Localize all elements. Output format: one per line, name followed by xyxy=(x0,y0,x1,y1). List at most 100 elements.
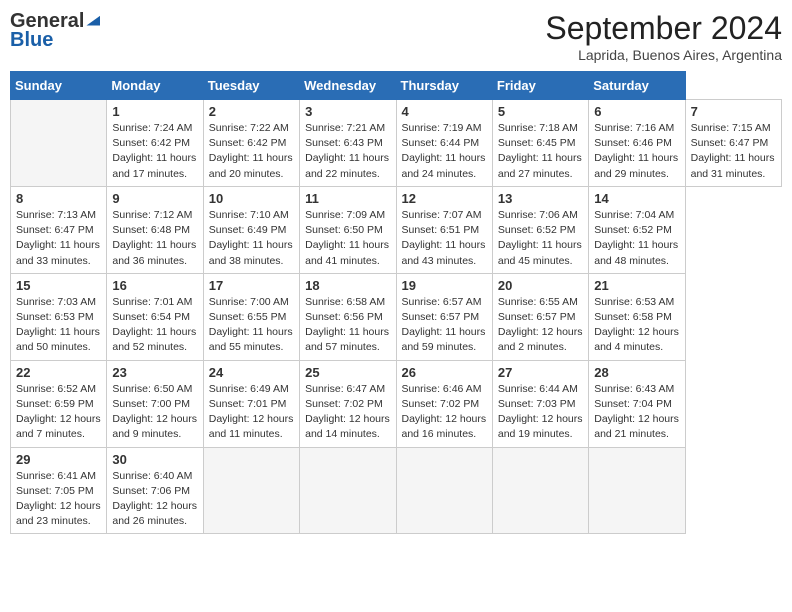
calendar-cell xyxy=(300,447,396,534)
calendar-cell: 27 Sunrise: 6:44 AMSunset: 7:03 PMDayligh… xyxy=(492,360,588,447)
day-info: Sunrise: 6:40 AMSunset: 7:06 PMDaylight:… xyxy=(112,469,197,530)
calendar-cell: 18 Sunrise: 6:58 AMSunset: 6:56 PMDayligh… xyxy=(300,273,396,360)
day-number: 22 xyxy=(16,365,101,380)
week-row: 22 Sunrise: 6:52 AMSunset: 6:59 PMDayligh… xyxy=(11,360,782,447)
calendar-cell: 4 Sunrise: 7:19 AMSunset: 6:44 PMDaylight… xyxy=(396,100,492,187)
day-number: 23 xyxy=(112,365,197,380)
calendar-cell: 19Sunrise: 6:57 AMSunset: 6:57 PMDayligh… xyxy=(396,273,492,360)
day-number: 21 xyxy=(594,278,679,293)
day-number: 30 xyxy=(112,452,197,467)
header-wednesday: Wednesday xyxy=(300,72,396,100)
calendar-cell xyxy=(203,447,299,534)
day-info: Sunrise: 7:12 AMSunset: 6:48 PMDaylight:… xyxy=(112,208,197,269)
calendar-cell: 30 Sunrise: 6:40 AMSunset: 7:06 PMDayligh… xyxy=(107,447,203,534)
calendar-cell: 20 Sunrise: 6:55 AMSunset: 6:57 PMDayligh… xyxy=(492,273,588,360)
day-info: Sunrise: 6:49 AMSunset: 7:01 PMDaylight:… xyxy=(209,382,294,443)
day-info: Sunrise: 7:01 AMSunset: 6:54 PMDaylight:… xyxy=(112,295,197,356)
day-info: Sunrise: 6:50 AMSunset: 7:00 PMDaylight:… xyxy=(112,382,197,443)
day-number: 14 xyxy=(594,191,679,206)
logo-wing-icon xyxy=(86,16,100,26)
day-info: Sunrise: 7:13 AMSunset: 6:47 PMDaylight:… xyxy=(16,208,101,269)
calendar-cell: 14Sunrise: 7:04 AMSunset: 6:52 PMDayligh… xyxy=(589,186,685,273)
day-number: 16 xyxy=(112,278,197,293)
day-number: 5 xyxy=(498,104,583,119)
day-number: 1 xyxy=(112,104,197,119)
location: Laprida, Buenos Aires, Argentina xyxy=(545,47,782,63)
day-info: Sunrise: 6:55 AMSunset: 6:57 PMDaylight:… xyxy=(498,295,583,356)
day-info: Sunrise: 7:16 AMSunset: 6:46 PMDaylight:… xyxy=(594,121,679,182)
logo-blue: Blue xyxy=(10,29,53,52)
day-number: 29 xyxy=(16,452,101,467)
day-number: 27 xyxy=(498,365,583,380)
calendar-table: SundayMondayTuesdayWednesdayThursdayFrid… xyxy=(10,71,782,534)
page-header: General Blue September 2024 Laprida, Bue… xyxy=(10,10,782,63)
calendar-cell: 3Sunrise: 7:21 AMSunset: 6:43 PMDaylight… xyxy=(300,100,396,187)
calendar-cell: 5Sunrise: 7:18 AMSunset: 6:45 PMDaylight… xyxy=(492,100,588,187)
day-info: Sunrise: 7:15 AMSunset: 6:47 PMDaylight:… xyxy=(691,121,776,182)
day-info: Sunrise: 7:00 AMSunset: 6:55 PMDaylight:… xyxy=(209,295,294,356)
day-info: Sunrise: 6:57 AMSunset: 6:57 PMDaylight:… xyxy=(402,295,487,356)
calendar-cell xyxy=(492,447,588,534)
calendar-cell: 2 Sunrise: 7:22 AMSunset: 6:42 PMDaylight… xyxy=(203,100,299,187)
day-info: Sunrise: 7:03 AMSunset: 6:53 PMDaylight:… xyxy=(16,295,101,356)
day-number: 15 xyxy=(16,278,101,293)
calendar-cell xyxy=(11,100,107,187)
day-number: 26 xyxy=(402,365,487,380)
calendar-cell xyxy=(589,447,685,534)
logo: General Blue xyxy=(10,10,100,52)
day-info: Sunrise: 6:47 AMSunset: 7:02 PMDaylight:… xyxy=(305,382,390,443)
calendar-cell: 6Sunrise: 7:16 AMSunset: 6:46 PMDaylight… xyxy=(589,100,685,187)
calendar-cell: 9 Sunrise: 7:12 AMSunset: 6:48 PMDaylight… xyxy=(107,186,203,273)
day-number: 9 xyxy=(112,191,197,206)
day-number: 3 xyxy=(305,104,390,119)
day-info: Sunrise: 6:44 AMSunset: 7:03 PMDaylight:… xyxy=(498,382,583,443)
header-saturday: Saturday xyxy=(589,72,685,100)
calendar-cell: 17 Sunrise: 7:00 AMSunset: 6:55 PMDayligh… xyxy=(203,273,299,360)
day-info: Sunrise: 7:09 AMSunset: 6:50 PMDaylight:… xyxy=(305,208,390,269)
header-friday: Friday xyxy=(492,72,588,100)
day-info: Sunrise: 6:43 AMSunset: 7:04 PMDaylight:… xyxy=(594,382,679,443)
calendar-cell: 28 Sunrise: 6:43 AMSunset: 7:04 PMDayligh… xyxy=(589,360,685,447)
day-info: Sunrise: 7:06 AMSunset: 6:52 PMDaylight:… xyxy=(498,208,583,269)
day-number: 8 xyxy=(16,191,101,206)
day-number: 2 xyxy=(209,104,294,119)
day-number: 12 xyxy=(402,191,487,206)
day-number: 17 xyxy=(209,278,294,293)
header-tuesday: Tuesday xyxy=(203,72,299,100)
calendar-cell: 29Sunrise: 6:41 AMSunset: 7:05 PMDayligh… xyxy=(11,447,107,534)
calendar-cell: 24 Sunrise: 6:49 AMSunset: 7:01 PMDayligh… xyxy=(203,360,299,447)
day-number: 24 xyxy=(209,365,294,380)
week-row: 29Sunrise: 6:41 AMSunset: 7:05 PMDayligh… xyxy=(11,447,782,534)
day-info: Sunrise: 6:58 AMSunset: 6:56 PMDaylight:… xyxy=(305,295,390,356)
week-row: 15 Sunrise: 7:03 AMSunset: 6:53 PMDayligh… xyxy=(11,273,782,360)
calendar-cell: 8 Sunrise: 7:13 AMSunset: 6:47 PMDaylight… xyxy=(11,186,107,273)
header-sunday: Sunday xyxy=(11,72,107,100)
calendar-cell: 26 Sunrise: 6:46 AMSunset: 7:02 PMDayligh… xyxy=(396,360,492,447)
calendar-cell: 22 Sunrise: 6:52 AMSunset: 6:59 PMDayligh… xyxy=(11,360,107,447)
header-monday: Monday xyxy=(107,72,203,100)
day-info: Sunrise: 6:46 AMSunset: 7:02 PMDaylight:… xyxy=(402,382,487,443)
day-info: Sunrise: 7:22 AMSunset: 6:42 PMDaylight:… xyxy=(209,121,294,182)
day-number: 13 xyxy=(498,191,583,206)
day-number: 28 xyxy=(594,365,679,380)
calendar-cell: 13 Sunrise: 7:06 AMSunset: 6:52 PMDayligh… xyxy=(492,186,588,273)
calendar-cell: 16 Sunrise: 7:01 AMSunset: 6:54 PMDayligh… xyxy=(107,273,203,360)
month-title: September 2024 xyxy=(545,10,782,47)
day-info: Sunrise: 7:19 AMSunset: 6:44 PMDaylight:… xyxy=(402,121,487,182)
day-number: 10 xyxy=(209,191,294,206)
day-info: Sunrise: 6:52 AMSunset: 6:59 PMDaylight:… xyxy=(16,382,101,443)
calendar-cell: 7 Sunrise: 7:15 AMSunset: 6:47 PMDaylight… xyxy=(685,100,781,187)
day-info: Sunrise: 7:24 AMSunset: 6:42 PMDaylight:… xyxy=(112,121,197,182)
title-area: September 2024 Laprida, Buenos Aires, Ar… xyxy=(545,10,782,63)
calendar-cell: 15 Sunrise: 7:03 AMSunset: 6:53 PMDayligh… xyxy=(11,273,107,360)
day-number: 18 xyxy=(305,278,390,293)
calendar-cell: 12Sunrise: 7:07 AMSunset: 6:51 PMDayligh… xyxy=(396,186,492,273)
day-number: 7 xyxy=(691,104,776,119)
day-number: 11 xyxy=(305,191,390,206)
day-number: 4 xyxy=(402,104,487,119)
day-number: 25 xyxy=(305,365,390,380)
day-number: 20 xyxy=(498,278,583,293)
calendar-cell: 10Sunrise: 7:10 AMSunset: 6:49 PMDayligh… xyxy=(203,186,299,273)
calendar-cell: 11 Sunrise: 7:09 AMSunset: 6:50 PMDayligh… xyxy=(300,186,396,273)
day-info: Sunrise: 6:53 AMSunset: 6:58 PMDaylight:… xyxy=(594,295,679,356)
